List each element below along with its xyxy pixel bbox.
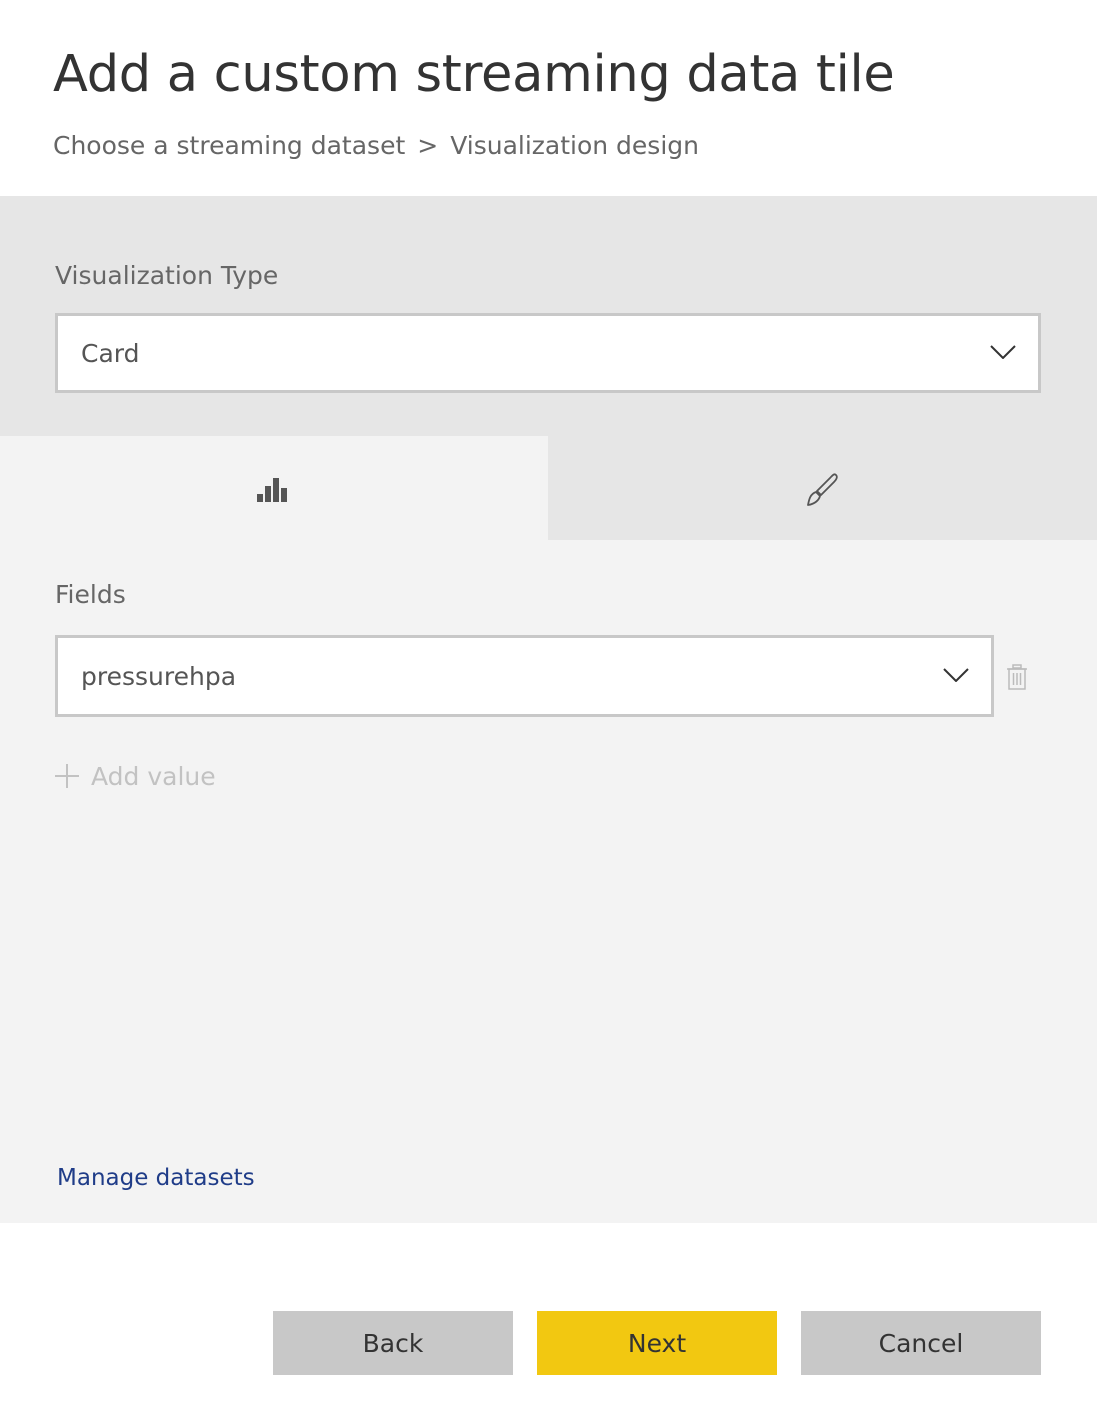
manage-datasets-link[interactable]: Manage datasets	[57, 1161, 255, 1195]
field-dropdown[interactable]: pressurehpa	[55, 635, 994, 717]
dialog-header: Add a custom streaming data tile Choose …	[0, 0, 1097, 196]
fields-section: Fields pressurehpa Add value Manage data…	[0, 540, 1097, 1223]
chevron-down-icon	[943, 668, 969, 682]
visualization-type-section: Visualization Type Card	[0, 196, 1097, 436]
tab-bar	[0, 436, 1097, 540]
breadcrumb: Choose a streaming dataset > Visualization…	[53, 126, 699, 166]
add-value-label: Add value	[91, 761, 216, 791]
custom-streaming-tile-dialog: Add a custom streaming data tile Choose …	[0, 0, 1097, 1426]
dialog-footer: Back Next Cancel	[0, 1223, 1097, 1426]
breadcrumb-separator: >	[417, 131, 439, 160]
add-value-button[interactable]: Add value	[54, 757, 216, 795]
visualization-type-dropdown[interactable]: Card	[55, 313, 1041, 393]
trash-icon[interactable]	[1006, 664, 1028, 690]
breadcrumb-step-dataset: Choose a streaming dataset	[53, 131, 406, 160]
paintbrush-icon	[807, 473, 838, 506]
visualization-type-label: Visualization Type	[55, 261, 279, 290]
tab-data[interactable]	[0, 436, 548, 540]
fields-label: Fields	[55, 580, 126, 609]
field-value: pressurehpa	[81, 661, 237, 691]
breadcrumb-step-visualization: Visualization design	[450, 131, 699, 160]
chevron-down-icon	[990, 345, 1016, 359]
plus-icon	[55, 764, 79, 788]
dialog-title: Add a custom streaming data tile	[53, 45, 895, 104]
next-button[interactable]: Next	[537, 1311, 777, 1375]
back-button[interactable]: Back	[273, 1311, 513, 1375]
tab-format[interactable]	[548, 436, 1097, 540]
bar-chart-icon	[257, 478, 287, 502]
cancel-button[interactable]: Cancel	[801, 1311, 1041, 1375]
visualization-type-value: Card	[81, 338, 140, 368]
